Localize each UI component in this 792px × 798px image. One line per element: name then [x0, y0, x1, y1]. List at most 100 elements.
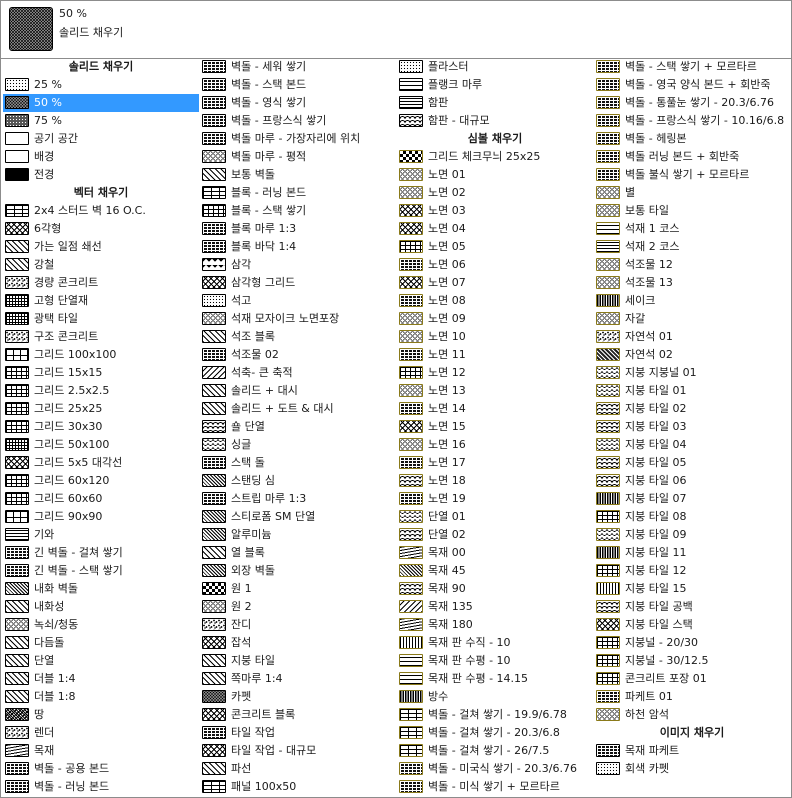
fill-option[interactable]: 지붕널 - 30/12.5 — [594, 652, 790, 670]
fill-option[interactable]: 노면 03 — [397, 202, 593, 220]
fill-option[interactable]: 벽돌 - 걸쳐 쌓기 - 26/7.5 — [397, 742, 593, 760]
fill-option[interactable]: 세이크 — [594, 292, 790, 310]
fill-option[interactable]: 노면 14 — [397, 400, 593, 418]
fill-option[interactable]: 열 블록 — [200, 544, 396, 562]
fill-option[interactable]: 벽돌 - 통풀눈 쌓기 - 20.3/6.76 — [594, 94, 790, 112]
fill-option[interactable]: 단열 01 — [397, 508, 593, 526]
fill-option[interactable]: 목재 180 — [397, 616, 593, 634]
fill-option[interactable]: 별 — [594, 184, 790, 202]
fill-option[interactable]: 가는 일점 쇄선 — [3, 238, 199, 256]
fill-option[interactable]: 플라스터 — [397, 58, 593, 76]
fill-option[interactable]: 블록 - 스택 쌓기 — [200, 202, 396, 220]
fill-option[interactable]: 공기 공간 — [3, 130, 199, 148]
fill-option[interactable]: 목재 45 — [397, 562, 593, 580]
fill-option[interactable]: 긴 벽돌 - 걸쳐 쌓기 — [3, 544, 199, 562]
fill-option[interactable]: 보통 타일 — [594, 202, 790, 220]
fill-option[interactable]: 보통 벽돌 — [200, 166, 396, 184]
fill-option[interactable]: 그리드 60x60 — [3, 490, 199, 508]
fill-option[interactable]: 벽돌 마루 - 평적 — [200, 148, 396, 166]
fill-option[interactable]: 타일 작업 - 대규모 — [200, 742, 396, 760]
fill-option[interactable]: 벽돌 - 미국식 쌓기 - 20.3/6.76 — [397, 760, 593, 778]
fill-option[interactable]: 광택 타일 — [3, 310, 199, 328]
fill-option[interactable]: 석재 모자이크 노면포장 — [200, 310, 396, 328]
fill-option[interactable]: 지붕 타일 02 — [594, 400, 790, 418]
fill-option[interactable]: 벽돌 - 걸쳐 쌓기 - 20.3/6.8 — [397, 724, 593, 742]
fill-option[interactable]: 강철 — [3, 256, 199, 274]
fill-option[interactable]: 노면 05 — [397, 238, 593, 256]
fill-option[interactable]: 노면 04 — [397, 220, 593, 238]
fill-option[interactable]: 솔리드 + 대시 — [200, 382, 396, 400]
fill-option[interactable]: 블록 마루 1:3 — [200, 220, 396, 238]
fill-option[interactable]: 노면 01 — [397, 166, 593, 184]
fill-option[interactable]: 지붕 지붕널 01 — [594, 364, 790, 382]
fill-option[interactable]: 하천 암석 — [594, 706, 790, 724]
fill-option[interactable]: 삼각형 그리드 — [200, 274, 396, 292]
fill-option[interactable]: 자연석 01 — [594, 328, 790, 346]
fill-option[interactable]: 석조물 12 — [594, 256, 790, 274]
fill-option[interactable]: 노면 06 — [397, 256, 593, 274]
fill-option[interactable]: 자갈 — [594, 310, 790, 328]
fill-option[interactable]: 플랭크 마루 — [397, 76, 593, 94]
fill-option[interactable]: 경량 콘크리트 — [3, 274, 199, 292]
fill-option[interactable]: 노면 12 — [397, 364, 593, 382]
fill-option[interactable]: 목재 00 — [397, 544, 593, 562]
fill-option[interactable]: 자연석 02 — [594, 346, 790, 364]
fill-option[interactable]: 지붕 타일 01 — [594, 382, 790, 400]
fill-option[interactable]: 전경 — [3, 166, 199, 184]
fill-option[interactable]: 벽돌 마루 - 가장자리에 위치 — [200, 130, 396, 148]
fill-option[interactable]: 벽돌 - 프랑스식 쌓기 - 10.16/6.8 — [594, 112, 790, 130]
fill-option[interactable]: 노면 02 — [397, 184, 593, 202]
fill-option[interactable]: 단열 02 — [397, 526, 593, 544]
fill-option[interactable]: 더블 1:4 — [3, 670, 199, 688]
fill-option[interactable]: 지붕 타일 11 — [594, 544, 790, 562]
fill-option[interactable]: 75 % — [3, 112, 199, 130]
fill-option[interactable]: 렌더 — [3, 724, 199, 742]
fill-option[interactable]: 구조 콘크리트 — [3, 328, 199, 346]
fill-option[interactable]: 석고 — [200, 292, 396, 310]
fill-option[interactable]: 스티로폼 SM 단열 — [200, 508, 396, 526]
fill-option[interactable]: 솔리드 + 도트 & 대시 — [200, 400, 396, 418]
fill-option[interactable]: 그리드 15x15 — [3, 364, 199, 382]
fill-option[interactable]: 잔디 — [200, 616, 396, 634]
fill-option[interactable]: 알루미늄 — [200, 526, 396, 544]
fill-option[interactable]: 노면 19 — [397, 490, 593, 508]
fill-option[interactable]: 노면 08 — [397, 292, 593, 310]
fill-option[interactable]: 싱글 — [200, 436, 396, 454]
fill-option[interactable]: 그리드 60x120 — [3, 472, 199, 490]
fill-option[interactable]: 노면 10 — [397, 328, 593, 346]
fill-option[interactable]: 스탠딩 심 — [200, 472, 396, 490]
fill-option[interactable]: 긴 벽돌 - 스택 쌓기 — [3, 562, 199, 580]
fill-option[interactable]: 원 1 — [200, 580, 396, 598]
fill-option[interactable]: 배경 — [3, 148, 199, 166]
fill-option[interactable]: 석조물 02 — [200, 346, 396, 364]
fill-option[interactable]: 목재 90 — [397, 580, 593, 598]
fill-option[interactable]: 스트립 마루 1:3 — [200, 490, 396, 508]
fill-option[interactable]: 지붕 타일 03 — [594, 418, 790, 436]
fill-option[interactable]: 벽돌 - 걸쳐 쌓기 - 19.9/6.78 — [397, 706, 593, 724]
fill-option[interactable]: 다듬돌 — [3, 634, 199, 652]
fill-option[interactable]: 벽돌 - 헤링본 — [594, 130, 790, 148]
fill-option[interactable]: 벽돌 - 스택 쌓기 + 모르타르 — [594, 58, 790, 76]
fill-option[interactable]: 석재 1 코스 — [594, 220, 790, 238]
fill-option[interactable]: 목재 파케트 — [594, 742, 790, 760]
fill-option[interactable]: 그리드 2.5x2.5 — [3, 382, 199, 400]
fill-option[interactable]: 노면 09 — [397, 310, 593, 328]
fill-option[interactable]: 함판 — [397, 94, 593, 112]
fill-option[interactable]: 석조 블록 — [200, 328, 396, 346]
fill-option[interactable]: 콘크리트 포장 01 — [594, 670, 790, 688]
fill-option[interactable]: 6각형 — [3, 220, 199, 238]
fill-option[interactable]: 콘크리트 블록 — [200, 706, 396, 724]
fill-option[interactable]: 그리드 90x90 — [3, 508, 199, 526]
fill-option[interactable]: 파선 — [200, 760, 396, 778]
fill-option[interactable]: 함판 - 대규모 — [397, 112, 593, 130]
fill-option[interactable]: 녹쇠/청동 — [3, 616, 199, 634]
fill-option[interactable]: 패널 100x50 — [200, 778, 396, 796]
fill-option[interactable]: 지붕 타일 06 — [594, 472, 790, 490]
fill-option[interactable]: 벽돌 - 세워 쌓기 — [200, 58, 396, 76]
fill-option[interactable]: 벽돌 - 영식 쌓기 — [200, 94, 396, 112]
fill-option[interactable]: 지붕 타일 스택 — [594, 616, 790, 634]
fill-option[interactable]: 그리드 5x5 대각선 — [3, 454, 199, 472]
fill-option[interactable]: 50 % — [3, 94, 199, 112]
fill-option[interactable]: 지붕 타일 공백 — [594, 598, 790, 616]
fill-option[interactable]: 석축- 큰 축적 — [200, 364, 396, 382]
